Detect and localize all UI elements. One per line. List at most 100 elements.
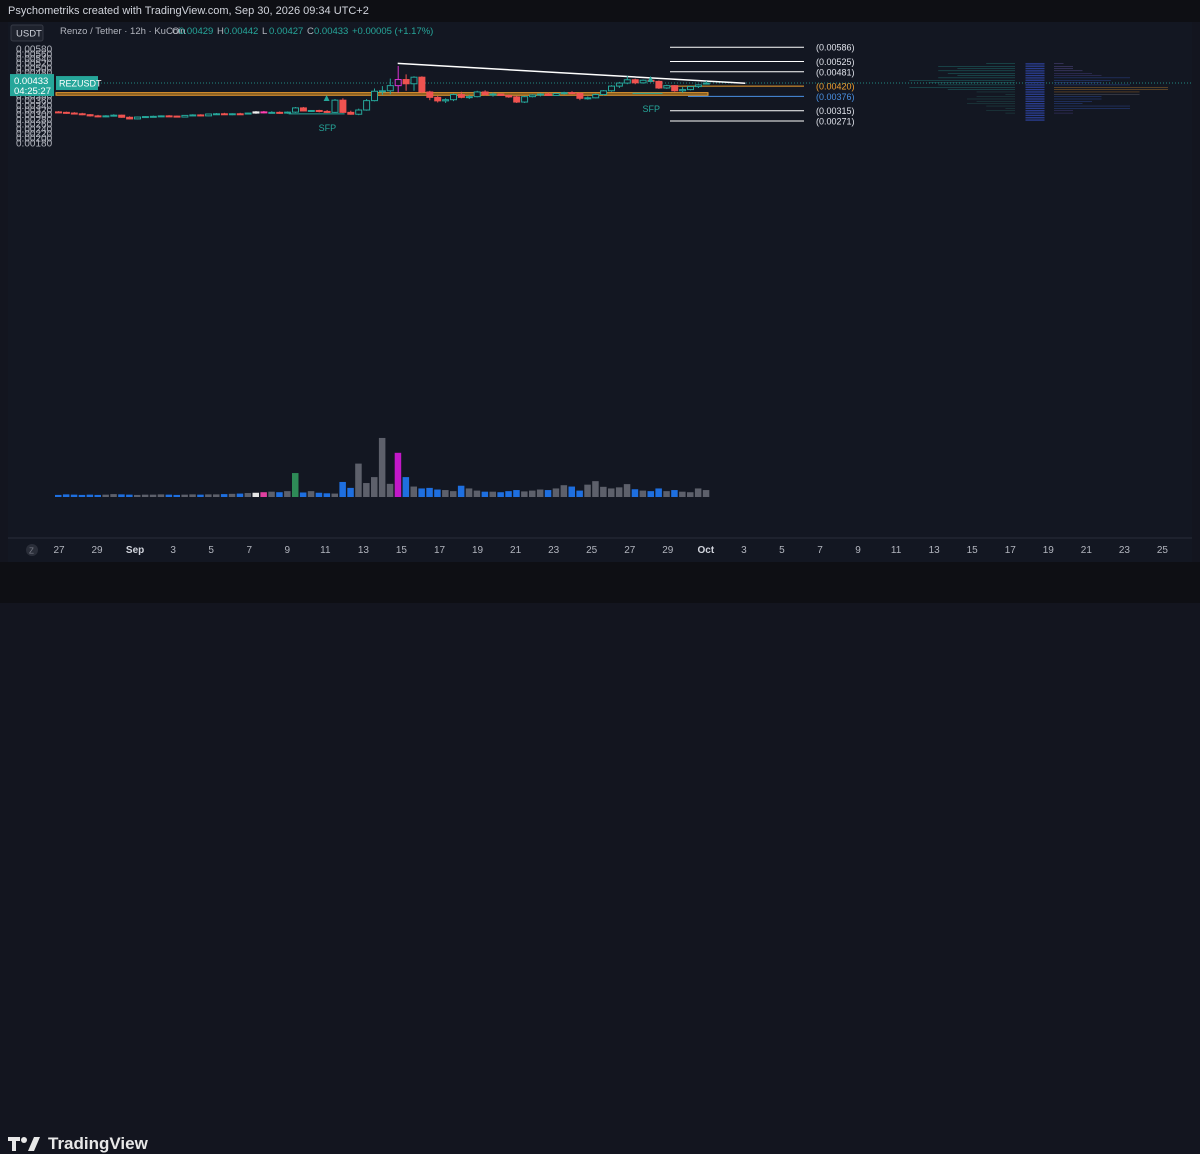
candle [387,79,393,95]
candle-body [182,115,188,117]
candle-body [664,86,670,88]
candle [593,94,599,99]
volume-bar [442,490,449,497]
volume-bar [253,493,260,497]
candle-body [585,98,591,99]
volume-bar [395,453,402,497]
candle [293,107,299,113]
price-chart[interactable]: 0.005800.005600.005400.005200.005000.004… [8,22,1192,562]
volume-bar [505,491,512,497]
candle-body [119,115,125,117]
x-tick-label: 29 [91,545,103,556]
candle [364,99,370,111]
legend-title: Renzo / Tether · 12h · KuCoin [60,26,186,37]
candle [111,114,117,116]
volume-bar [347,488,354,497]
volume-bar [213,494,220,497]
x-tick-label: 25 [1157,545,1169,556]
volume-bar [292,473,299,497]
candle-body [387,86,393,91]
volume-bar [181,495,188,497]
candle-body [601,91,607,95]
candle-body [285,112,291,113]
candle-body [269,112,275,113]
x-axis-zoom-label: Z [29,547,34,556]
volume-bar [63,494,70,497]
candle [182,115,188,117]
candle-body [308,110,314,111]
candle-body [609,86,615,91]
candle [411,76,417,91]
candle [245,113,251,115]
candle-body [695,85,701,87]
legend-key: H [217,26,224,37]
candle-body [593,95,599,98]
candle [348,111,354,115]
x-tick-label: 17 [434,545,446,556]
volume-bar [616,487,623,497]
volume-profile [909,64,1168,121]
volume-bar [150,495,157,497]
volume-bar [497,492,504,497]
volume-bar [411,487,418,497]
volume-bar [569,487,576,497]
candle-body [688,87,694,90]
candle-body [348,112,354,114]
volume-bar [79,495,86,497]
x-tick-label: 19 [472,545,484,556]
sfp-label: SFP [319,123,337,133]
candle-body [87,115,93,116]
candle [569,91,575,94]
x-tick-label: 29 [662,545,674,556]
volume-bar [174,495,181,497]
volume-bar [118,494,125,497]
candle-body [372,91,378,100]
candle [63,112,69,114]
candle-body [672,86,678,91]
volume-bar [142,495,149,497]
candle-body [530,95,536,97]
candle-body [56,112,62,113]
x-tick-label: 17 [1005,545,1017,556]
candle-body [364,101,370,110]
volume-bar [529,491,536,497]
candle [174,116,180,118]
volume-bar [260,492,267,497]
volume-bar [308,491,315,497]
candle [672,85,678,92]
candle [214,113,220,115]
legend-value: 0.00427 [269,26,303,37]
candle-body [142,117,148,118]
candle [680,87,686,93]
volume-bar [513,490,520,497]
candle [166,115,172,117]
volume-bar [466,488,473,497]
candle-body [166,116,172,117]
legend-value: 0.00442 [224,26,258,37]
volume-bar [126,495,133,497]
candle-body [569,93,575,94]
volume-bar [237,494,244,497]
attribution-text: Psychometriks created with TradingView.c… [8,5,369,17]
level-label: (0.00315) [816,106,855,116]
volume-bar [332,494,339,497]
candle-body [198,115,204,116]
volume-bar [679,492,686,497]
candle-body [229,114,235,115]
candle-body [79,114,85,115]
chart-area[interactable]: 0.005800.005600.005400.005200.005000.004… [8,22,1192,562]
volume-bar [95,495,102,497]
candle [300,107,306,111]
candle-body [63,112,69,113]
candle [435,96,441,103]
candle [237,113,243,115]
volume-bar [245,493,252,497]
candle [316,110,322,113]
candle [372,88,378,101]
currency-badge-label: USDT [16,29,42,40]
candle-body [135,117,141,119]
candle-body [545,94,551,95]
volume-bar [576,491,583,497]
volume-bar [221,494,228,497]
volume-bar [687,492,694,497]
